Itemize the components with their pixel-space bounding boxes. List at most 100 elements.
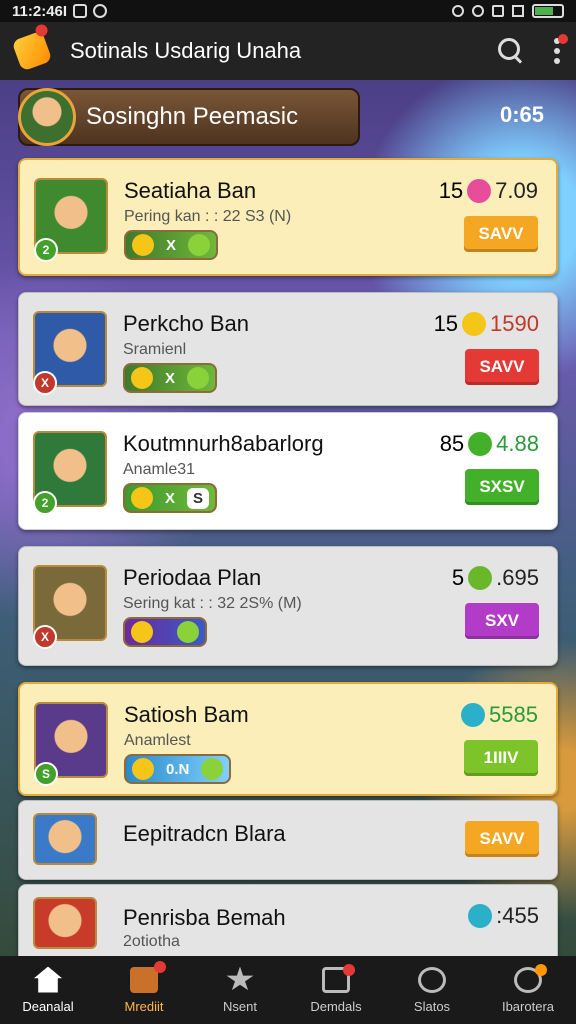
star-icon <box>226 966 254 991</box>
buy-button[interactable]: SAVV <box>464 216 538 252</box>
currency-icon <box>461 703 486 727</box>
offer-price: 15 7.09 <box>439 178 538 204</box>
gem-icon <box>187 367 210 389</box>
price-value: 7.09 <box>495 178 538 203</box>
hero-avatar <box>33 897 97 949</box>
reward-extra: S <box>187 487 210 509</box>
nav-label: Mrediit <box>124 998 164 1014</box>
hero-avatar <box>33 813 97 865</box>
offer-card[interactable]: X Periodaa Plan Sering kat : : 32 2S% (M) … <box>18 546 558 666</box>
offer-card[interactable]: Penrisba Bemah 2otiotha :455 <box>18 884 558 964</box>
currency-icon <box>467 179 492 203</box>
deals-icon <box>322 963 355 993</box>
page-title: Sotinals Usdarig Unaha <box>70 38 302 63</box>
buy-button[interactable]: 1IIIV <box>464 740 538 776</box>
price-value: 4.88 <box>496 431 539 456</box>
offer-price: 15 1590 <box>434 311 539 337</box>
reward-icon <box>131 487 153 509</box>
shop-icon <box>130 960 166 993</box>
offer-name: Koutmnurh8abarlorg <box>123 431 324 456</box>
currency-icon <box>462 312 487 336</box>
reward-label: 0.N <box>166 760 190 778</box>
price-qty: 15 <box>438 178 464 203</box>
app-header: Sotinals Usdarig Unaha <box>0 22 576 80</box>
reward-icon <box>132 234 154 256</box>
reward-pill: X <box>123 363 218 393</box>
offer-subtitle: Sering kat : : 32 2S% (M) <box>123 595 302 612</box>
reward-icon <box>131 621 153 643</box>
offer-name: Penrisba Bemah <box>123 905 286 930</box>
nav-label: Nsent <box>223 998 257 1014</box>
nav-label: Deanalal <box>22 998 74 1014</box>
level-badge: 2 <box>34 238 58 262</box>
nav-label: Slatos <box>413 998 451 1014</box>
offer-name: Satiosh Bam <box>124 702 249 727</box>
offer-price: 5 .695 <box>452 565 539 591</box>
reward-label: X <box>165 489 176 507</box>
reward-pill: X <box>124 230 219 260</box>
countdown-timer: 0:65 <box>500 102 545 127</box>
app-logo-icon[interactable] <box>11 24 53 72</box>
bottom-navigation: Deanalal Mrediit Nsent Demdals Slatos Ib… <box>0 956 576 1024</box>
reward-icon <box>132 758 154 780</box>
price-value: 1590 <box>490 311 539 336</box>
player-avatar[interactable] <box>18 88 76 146</box>
offer-price: 85 4.88 <box>440 431 539 457</box>
image-notification-icon <box>73 4 88 18</box>
search-icon[interactable] <box>498 38 524 64</box>
offer-card[interactable]: X Perkcho Ban Sramienl X 15 1590 SAVV <box>18 292 558 406</box>
nav-item-shop[interactable]: Mrediit <box>96 956 192 1024</box>
buy-button[interactable]: SAVV <box>465 349 539 385</box>
nav-item-leaderboard[interactable]: Ibarotera <box>480 956 576 1024</box>
offer-card[interactable]: Eepitradcn Blara SAVV <box>18 800 558 880</box>
reward-label: X <box>166 236 177 254</box>
alarm-icon <box>452 5 464 17</box>
offer-price: :455 <box>464 903 539 929</box>
offer-subtitle: Anamle31 <box>123 461 196 478</box>
nav-item-home[interactable]: Deanalal <box>0 956 96 1024</box>
offer-subtitle: 2otiotha <box>123 933 180 950</box>
reward-pill: 0.N <box>124 754 232 784</box>
nav-label: Ibarotera <box>501 998 555 1014</box>
buy-button[interactable]: SAVV <box>465 821 539 857</box>
gem-icon <box>177 621 199 643</box>
home-icon <box>34 966 62 993</box>
offer-subtitle: Sramienl <box>123 341 187 358</box>
reward-label: X <box>165 369 176 387</box>
level-badge: S <box>34 762 58 786</box>
currency-icon <box>468 432 493 456</box>
price-value: 5585 <box>489 702 538 727</box>
more-options-icon[interactable] <box>554 34 568 64</box>
offer-card[interactable]: S Satiosh Bam Anamlest 0.N 5585 1IIIV <box>18 682 558 796</box>
nav-item-stats[interactable]: Slatos <box>384 956 480 1024</box>
app-notification-icon <box>93 4 108 18</box>
price-qty: 5 <box>451 565 465 590</box>
level-badge: X <box>33 371 57 395</box>
buy-button[interactable]: SXV <box>465 603 539 639</box>
price-value: :455 <box>496 903 539 928</box>
battery-icon <box>532 4 564 18</box>
event-banner[interactable]: Sosinghn Peemasic <box>18 88 360 146</box>
buy-button[interactable]: SXSV <box>465 469 539 505</box>
status-bar: 11:2:46I <box>0 0 576 22</box>
offer-name: Periodaa Plan <box>123 565 262 590</box>
gem-icon <box>188 234 211 256</box>
gem-icon <box>201 758 224 780</box>
currency-icon <box>468 566 493 590</box>
leaderboard-icon <box>514 963 547 993</box>
offer-card[interactable]: 2 Koutmnurh8abarlorg Anamle31 X S 85 4.88 … <box>18 412 558 530</box>
nav-item-events[interactable]: Nsent <box>192 956 288 1024</box>
offer-price: 5585 <box>457 702 538 728</box>
offer-subtitle: Anamlest <box>124 732 191 749</box>
nav-label: Demdals <box>310 998 362 1014</box>
offer-card[interactable]: 2 Seatiaha Ban Pering kan : : 22 S3 (N) X … <box>18 158 558 276</box>
offer-name: Perkcho Ban <box>123 311 249 336</box>
signal-icon <box>512 5 524 17</box>
nav-item-deals[interactable]: Demdals <box>288 956 384 1024</box>
reward-pill <box>123 617 207 647</box>
price-qty: 15 <box>433 311 459 336</box>
currency-icon <box>468 904 493 928</box>
reward-pill: X S <box>123 483 218 513</box>
banner-title: Sosinghn Peemasic <box>86 103 299 130</box>
wifi-icon <box>492 5 504 17</box>
